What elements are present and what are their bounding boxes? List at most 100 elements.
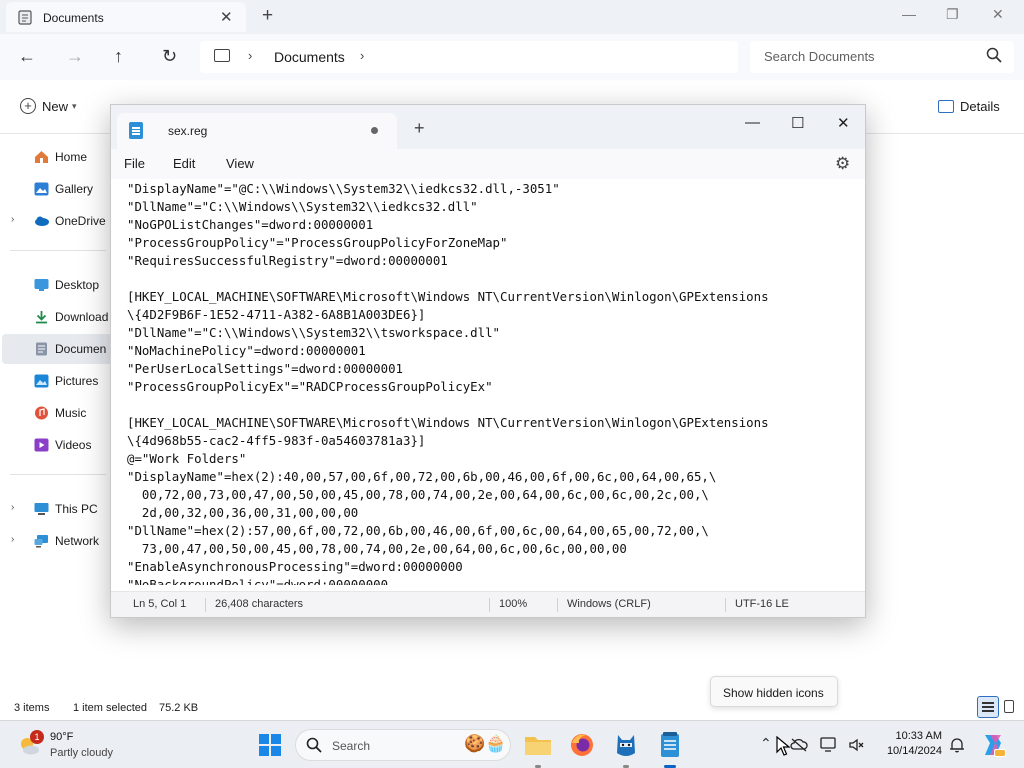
gallery-icon — [34, 182, 49, 196]
taskbar: 1 90°F Partly cloudy Search 🍪🧁 ⌃ 10:33 A… — [0, 720, 1024, 768]
temperature: 90°F — [50, 731, 74, 743]
explorer-tab-label: Documents — [43, 11, 104, 25]
details-pane-button[interactable]: Details — [938, 99, 1000, 114]
explorer-search-input[interactable]: Search Documents — [750, 41, 1014, 73]
unsaved-dot-icon[interactable] — [371, 127, 378, 134]
music-folder-icon — [35, 406, 48, 420]
minimize-button[interactable]: — — [902, 6, 916, 22]
search-icon — [306, 737, 322, 753]
firefox-icon — [571, 734, 593, 756]
search-icon — [986, 47, 1002, 63]
menu-edit[interactable]: Edit — [173, 156, 195, 171]
explorer-titlebar: Documents ✕ + — ❐ ✕ — [0, 0, 1024, 34]
notepad-tab-sex-reg[interactable]: sex.reg — [117, 113, 397, 149]
nav-item-onedrive[interactable]: › OneDrive — [0, 206, 112, 236]
address-bar[interactable]: › Documents › — [200, 41, 738, 73]
desktop-folder-icon — [34, 279, 49, 291]
nav-item-this-pc[interactable]: › This PC — [0, 494, 112, 524]
pictures-folder-icon — [34, 374, 49, 388]
cloud-offline-icon[interactable] — [790, 737, 808, 753]
nav-item-label: Download — [55, 310, 109, 324]
nav-item-pictures[interactable]: Pictures — [0, 366, 112, 396]
documents-folder-icon — [36, 342, 47, 356]
clock-time: 10:33 AM — [895, 730, 942, 742]
notepad-minimize-button[interactable]: — — [745, 114, 760, 131]
network-monitor-icon[interactable] — [820, 737, 838, 753]
notepad-window: sex.reg + — ☐ ✕ File Edit View ⚙ "Displa… — [110, 104, 866, 618]
downloads-folder-icon — [36, 311, 47, 324]
status-divider — [489, 598, 490, 612]
tiles-view-button[interactable] — [1004, 700, 1014, 713]
nav-item-gallery[interactable]: Gallery — [0, 174, 112, 204]
weather-widget[interactable]: 1 90°F Partly cloudy — [14, 727, 134, 763]
volume-muted-icon[interactable] — [848, 737, 866, 753]
new-button-label: New — [42, 98, 69, 114]
notepad-titlebar: sex.reg + — ☐ ✕ — [111, 105, 865, 149]
status-divider — [205, 598, 206, 612]
cookie-cupcake-icon: 🍪🧁 — [464, 734, 507, 753]
zoom-level: 100% — [499, 598, 528, 610]
notepad-new-tab-button[interactable]: + — [414, 118, 425, 139]
start-button[interactable] — [259, 734, 281, 756]
breadcrumb-documents[interactable]: Documents — [274, 49, 345, 65]
taskbar-clock[interactable]: 10:33 AM 10/14/2024 — [876, 730, 942, 757]
new-button[interactable]: + New ▾ — [20, 98, 77, 114]
taskbar-firefox[interactable] — [566, 729, 598, 761]
new-tab-button[interactable]: + — [262, 5, 273, 27]
taskbar-file-explorer[interactable] — [522, 729, 554, 768]
taskbar-search[interactable]: Search 🍪🧁 — [295, 729, 511, 761]
status-divider — [557, 598, 558, 612]
notification-bell-icon[interactable] — [949, 736, 965, 754]
chevron-right-icon[interactable]: › — [248, 48, 252, 63]
copilot-icon[interactable] — [980, 731, 1006, 759]
chevron-right-icon[interactable]: › — [11, 534, 14, 545]
details-label: Details — [960, 99, 1000, 115]
show-hidden-icons-chevron-up-icon[interactable]: ⌃ — [760, 735, 772, 752]
back-arrow-icon[interactable]: ← — [18, 46, 36, 67]
taskbar-ninja-app[interactable] — [610, 729, 642, 768]
nav-item-desktop[interactable]: Desktop — [0, 270, 112, 300]
nav-item-music[interactable]: Music — [0, 398, 112, 428]
chevron-right-icon[interactable]: › — [11, 214, 14, 225]
onedrive-icon — [35, 216, 49, 226]
search-placeholder: Search Documents — [764, 49, 875, 64]
nav-item-label: Desktop — [55, 278, 100, 292]
notepad-maximize-button[interactable]: ☐ — [791, 114, 804, 132]
item-count: 3 items — [14, 702, 50, 714]
refresh-icon[interactable]: ↻ — [162, 46, 177, 67]
nav-item-network[interactable]: › Network — [0, 526, 112, 556]
line-endings: Windows (CRLF) — [567, 598, 651, 610]
selection-status: 1 item selected — [73, 702, 147, 714]
nav-item-documents[interactable]: Documen — [2, 334, 112, 364]
notepad-tab-label: sex.reg — [168, 124, 208, 138]
chevron-right-icon[interactable]: › — [11, 502, 14, 513]
taskbar-notepad[interactable] — [654, 729, 686, 768]
notepad-close-button[interactable]: ✕ — [837, 114, 850, 132]
close-window-button[interactable]: ✕ — [992, 6, 1004, 23]
chevron-right-icon[interactable]: › — [360, 48, 364, 63]
menu-file[interactable]: File — [124, 156, 145, 171]
restore-button[interactable]: ❐ — [946, 6, 959, 23]
explorer-tab-documents[interactable]: Documents ✕ — [6, 2, 246, 32]
details-view-button[interactable] — [977, 696, 999, 718]
nav-item-downloads[interactable]: Download — [0, 302, 112, 332]
tooltip-text: Show hidden icons — [723, 686, 824, 700]
character-count: 26,408 characters — [215, 598, 304, 610]
notepad-icon — [129, 122, 143, 139]
menu-view[interactable]: View — [226, 156, 254, 171]
clock-date: 10/14/2024 — [886, 745, 942, 757]
forward-arrow-icon[interactable]: → — [66, 46, 84, 67]
close-tab-icon[interactable]: ✕ — [220, 8, 233, 26]
explorer-status-bar: 3 items 1 item selected 75.2 KB — [0, 694, 1024, 720]
status-divider — [725, 598, 726, 612]
up-arrow-icon[interactable]: ↑ — [114, 46, 123, 67]
nav-item-videos[interactable]: Videos — [0, 430, 112, 460]
network-icon — [34, 535, 48, 548]
nav-item-home[interactable]: Home — [0, 142, 112, 172]
gear-icon[interactable]: ⚙ — [835, 154, 850, 174]
this-pc-icon — [34, 503, 49, 515]
notepad-text-area[interactable]: "DisplayName"="@C:\\Windows\\System32\\i… — [127, 180, 861, 585]
folder-icon — [525, 737, 551, 755]
nav-divider — [10, 250, 106, 251]
nav-item-label: This PC — [55, 502, 98, 516]
